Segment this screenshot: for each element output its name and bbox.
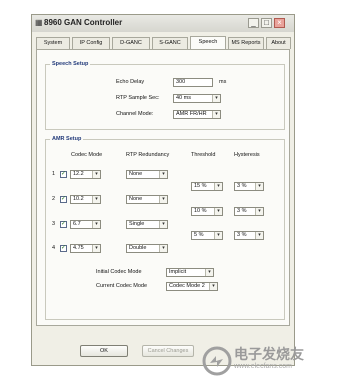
redundancy-3-value: Single xyxy=(129,221,145,227)
chevron-down-icon[interactable]: ▾ xyxy=(92,245,100,252)
row-index: 2 xyxy=(52,196,56,202)
redundancy-2-select[interactable]: None ▾ xyxy=(126,195,168,204)
chevron-down-icon[interactable]: ▾ xyxy=(205,269,213,276)
chevron-down-icon[interactable]: ▾ xyxy=(159,245,167,252)
cancel-changes-button[interactable]: Cancel Changes xyxy=(142,345,194,357)
window-title: 8960 GAN Controller xyxy=(44,18,123,27)
chevron-down-icon[interactable]: ▾ xyxy=(212,95,220,102)
codec-4-checkbox[interactable]: ✓ xyxy=(60,245,67,252)
chevron-down-icon[interactable]: ▾ xyxy=(255,183,263,190)
chevron-down-icon[interactable]: ▾ xyxy=(214,183,222,190)
chevron-down-icon[interactable]: ▾ xyxy=(214,232,222,239)
chevron-down-icon[interactable]: ▾ xyxy=(212,111,220,118)
redundancy-3-select[interactable]: Single ▾ xyxy=(126,220,168,229)
watermark: 电子发烧友 www.elecfans.com xyxy=(200,340,335,385)
hysteresis-3-select[interactable]: 3 % ▾ xyxy=(234,231,264,240)
redundancy-2-value: None xyxy=(129,196,143,202)
amr-setup-group: AMR Setup Codec Mode RTP Redundancy Thre… xyxy=(45,136,285,320)
maximize-button[interactable]: □ xyxy=(261,18,272,28)
tab-ip-config[interactable]: IP Config xyxy=(72,37,110,49)
current-codec-label: Current Codec Mode xyxy=(96,283,148,289)
speech-setup-title: Speech Setup xyxy=(50,61,91,68)
codec-mode-header: Codec Mode xyxy=(71,152,103,158)
echo-delay-unit: ms xyxy=(219,79,227,85)
chevron-down-icon[interactable]: ▾ xyxy=(159,171,167,178)
redundancy-1-select[interactable]: None ▾ xyxy=(126,170,168,179)
chevron-down-icon[interactable]: ▾ xyxy=(92,196,100,203)
echo-delay-input[interactable]: 300 xyxy=(173,78,213,87)
codec-2-checkbox[interactable]: ✓ xyxy=(60,196,67,203)
current-codec-select[interactable]: Codec Mode 2 ▾ xyxy=(166,282,218,291)
rtp-sample-label: RTP Sample Sec: xyxy=(116,95,160,101)
codec-1-checkbox[interactable]: ✓ xyxy=(60,171,67,178)
rtp-sample-value: 40 ms xyxy=(176,95,191,101)
channel-mode-select[interactable]: AMR FR/HR ▾ xyxy=(173,110,221,119)
close-button[interactable]: × xyxy=(274,18,285,28)
amr-setup-title: AMR Setup xyxy=(50,136,84,143)
watermark-url: www.elecfans.com xyxy=(234,363,292,370)
row-index: 3 xyxy=(52,221,56,227)
hysteresis-2-value: 3 % xyxy=(237,208,247,214)
tab-system[interactable]: System xyxy=(36,37,70,49)
chevron-down-icon[interactable]: ▾ xyxy=(255,232,263,239)
row-index: 4 xyxy=(52,245,56,251)
watermark-text: 电子发烧友 xyxy=(234,346,304,362)
hysteresis-3-value: 3 % xyxy=(237,232,247,238)
codec-2-value: 10.2 xyxy=(73,196,84,202)
current-codec-value: Codec Mode 2 xyxy=(169,283,205,289)
hysteresis-1-select[interactable]: 3 % ▾ xyxy=(234,182,264,191)
tab-about[interactable]: About xyxy=(266,37,291,49)
channel-mode-label: Channel Mode: xyxy=(116,111,154,117)
chevron-down-icon[interactable]: ▾ xyxy=(209,283,217,290)
chevron-down-icon[interactable]: ▾ xyxy=(159,196,167,203)
app-icon: ▦ xyxy=(35,18,43,27)
ok-button[interactable]: OK xyxy=(80,345,128,357)
codec-1-value: 12.2 xyxy=(73,171,84,177)
speech-setup-group: Speech Setup Echo Delay 300 ms RTP Sampl… xyxy=(45,61,285,130)
codec-1-select[interactable]: 12.2 ▾ xyxy=(70,170,101,179)
codec-2-select[interactable]: 10.2 ▾ xyxy=(70,195,101,204)
chevron-down-icon[interactable]: ▾ xyxy=(92,171,100,178)
tab-s-ganc[interactable]: S-GANC xyxy=(152,37,188,49)
tab-d-ganc[interactable]: D-GANC xyxy=(112,37,150,49)
redundancy-1-value: None xyxy=(129,171,143,177)
codec-4-value: 4.75 xyxy=(73,245,84,251)
tab-speech[interactable]: Speech xyxy=(190,36,226,49)
echo-delay-label: Echo Delay xyxy=(116,79,145,85)
threshold-2-select[interactable]: 10 % ▾ xyxy=(191,207,223,216)
threshold-3-value: 5 % xyxy=(194,232,204,238)
tab-ms-reports[interactable]: MS Reports xyxy=(228,37,264,49)
hysteresis-1-value: 3 % xyxy=(237,183,247,189)
title-bar[interactable]: ▦ 8960 GAN Controller _ □ × xyxy=(32,15,294,32)
threshold-1-select[interactable]: 15 % ▾ xyxy=(191,182,223,191)
codec-3-value: 6.7 xyxy=(73,221,81,227)
redundancy-4-select[interactable]: Double ▾ xyxy=(126,244,168,253)
rtp-redundancy-header: RTP Redundancy xyxy=(126,152,170,158)
codec-3-select[interactable]: 6.7 ▾ xyxy=(70,220,101,229)
threshold-header: Threshold xyxy=(191,152,216,158)
redundancy-4-value: Double xyxy=(129,245,147,251)
row-index: 1 xyxy=(52,171,56,177)
codec-4-select[interactable]: 4.75 ▾ xyxy=(70,244,101,253)
chevron-down-icon[interactable]: ▾ xyxy=(255,208,263,215)
codec-3-checkbox[interactable]: ✓ xyxy=(60,221,67,228)
chevron-down-icon[interactable]: ▾ xyxy=(214,208,222,215)
initial-codec-value: Implicit xyxy=(169,269,187,275)
threshold-2-value: 10 % xyxy=(194,208,207,214)
chevron-down-icon[interactable]: ▾ xyxy=(159,221,167,228)
minimize-button[interactable]: _ xyxy=(248,18,259,28)
watermark-logo-icon xyxy=(202,346,232,376)
threshold-3-select[interactable]: 5 % ▾ xyxy=(191,231,223,240)
rtp-sample-select[interactable]: 40 ms ▾ xyxy=(173,94,221,103)
speech-panel: Speech Setup Echo Delay 300 ms RTP Sampl… xyxy=(36,49,290,326)
hysteresis-header: Hysteresis xyxy=(234,152,260,158)
threshold-1-value: 15 % xyxy=(194,183,207,189)
app-window: ▦ 8960 GAN Controller _ □ × System IP Co… xyxy=(31,14,295,366)
channel-mode-value: AMR FR/HR xyxy=(176,111,207,117)
hysteresis-2-select[interactable]: 3 % ▾ xyxy=(234,207,264,216)
initial-codec-select[interactable]: Implicit ▾ xyxy=(166,268,214,277)
initial-codec-label: Initial Codec Mode xyxy=(96,269,142,275)
chevron-down-icon[interactable]: ▾ xyxy=(92,221,100,228)
